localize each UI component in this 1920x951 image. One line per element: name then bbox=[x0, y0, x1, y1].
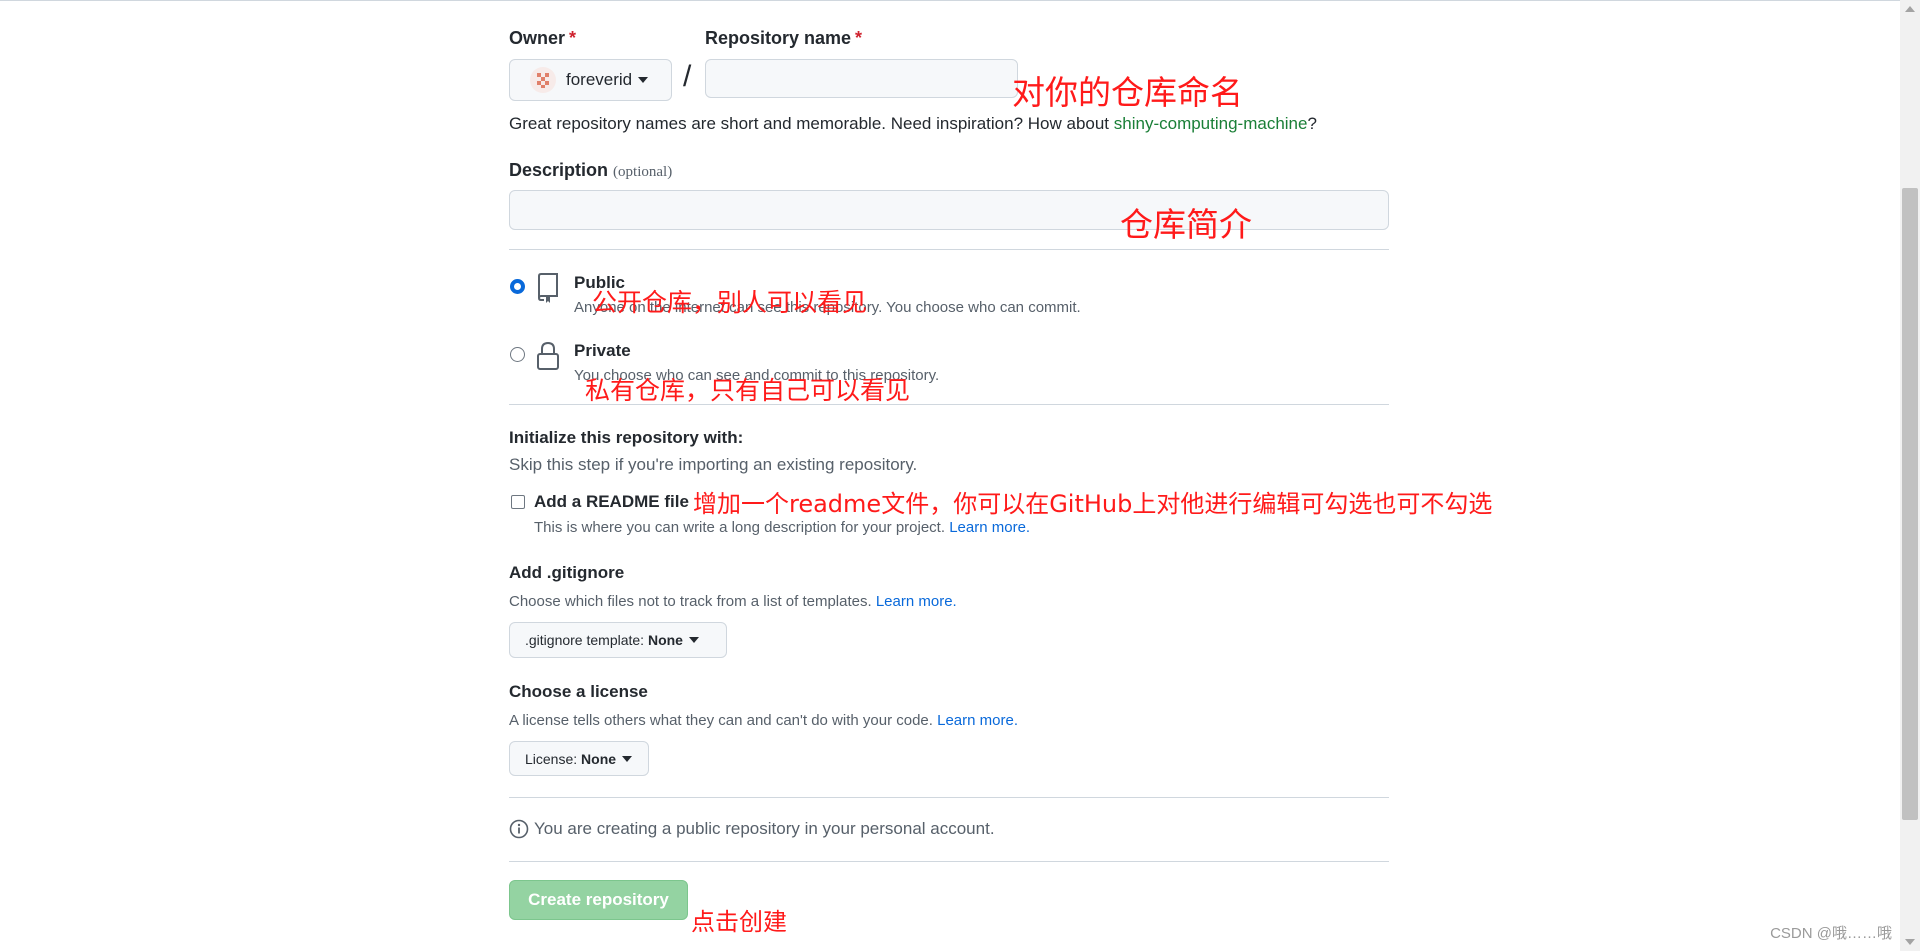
readme-desc-text: This is where you can write a long descr… bbox=[534, 519, 946, 536]
description-input[interactable] bbox=[509, 190, 1389, 230]
create-repository-button[interactable]: Create repository bbox=[509, 880, 688, 920]
watermark: CSDN @哦……哦 bbox=[1770, 925, 1892, 942]
name-hint-text: Great repository names are short and mem… bbox=[509, 114, 1114, 133]
license-learn-more-link[interactable]: Learn more. bbox=[937, 712, 1018, 729]
license-desc-text: A license tells others what they can and… bbox=[509, 712, 933, 729]
gitignore-button-prefix: .gitignore template: bbox=[525, 632, 645, 648]
license-button-value: None bbox=[581, 750, 617, 767]
owner-value: foreverid bbox=[566, 70, 633, 89]
gitignore-desc-text: Choose which files not to track from a l… bbox=[509, 593, 872, 610]
readme-desc: This is where you can write a long descr… bbox=[534, 519, 1030, 536]
license-title: Choose a license bbox=[509, 682, 648, 701]
license-dropdown[interactable]: License: None bbox=[509, 741, 649, 776]
gitignore-template-dropdown[interactable]: .gitignore template: None bbox=[509, 622, 727, 658]
repo-required-mark: * bbox=[855, 28, 863, 48]
license-desc: A license tells others what they can and… bbox=[509, 712, 1018, 729]
divider bbox=[509, 404, 1389, 405]
scroll-up-arrow-icon[interactable] bbox=[1905, 6, 1915, 12]
gitignore-desc: Choose which files not to track from a l… bbox=[509, 593, 957, 610]
chevron-down-icon bbox=[638, 77, 649, 83]
info-icon bbox=[509, 819, 529, 839]
divider bbox=[509, 797, 1389, 798]
gitignore-title: Add .gitignore bbox=[509, 563, 625, 582]
name-suggestion-link[interactable]: shiny-computing-machine bbox=[1114, 114, 1308, 133]
private-title: Private bbox=[574, 341, 631, 360]
scrollbar-thumb[interactable] bbox=[1902, 188, 1918, 820]
lock-icon bbox=[537, 341, 559, 370]
annotation-create: 点击创建 bbox=[691, 908, 787, 936]
readme-checkbox[interactable] bbox=[511, 495, 525, 509]
repo-name-label: Repository name * bbox=[705, 28, 862, 49]
public-radio[interactable] bbox=[510, 279, 525, 294]
owner-dropdown[interactable]: foreverid bbox=[509, 59, 672, 101]
owner-required-mark: * bbox=[569, 28, 577, 48]
chevron-down-icon bbox=[688, 637, 699, 643]
annotation-readme: 增加一个readme文件，你可以在GitHub上对他进行编辑可勾选也可不勾选 bbox=[693, 490, 1493, 518]
repo-name-input[interactable] bbox=[705, 59, 1018, 98]
owner-repo-separator: / bbox=[683, 60, 692, 93]
license-button-prefix: License: bbox=[525, 750, 578, 767]
readme-learn-more-link[interactable]: Learn more. bbox=[949, 519, 1030, 536]
divider bbox=[509, 249, 1389, 250]
top-border bbox=[0, 0, 1900, 1]
divider bbox=[509, 861, 1389, 862]
public-notice: You are creating a public repository in … bbox=[534, 819, 995, 838]
owner-label: Owner * bbox=[509, 28, 576, 49]
init-title: Initialize this repository with: bbox=[509, 428, 744, 447]
init-subtitle: Skip this step if you're importing an ex… bbox=[509, 455, 918, 474]
identicon-icon bbox=[537, 73, 549, 88]
gitignore-button-value: None bbox=[647, 632, 683, 648]
annotation-description: 仓库简介 bbox=[1120, 205, 1252, 244]
gitignore-learn-more-link[interactable]: Learn more. bbox=[876, 593, 957, 610]
repo-icon bbox=[538, 273, 558, 303]
annotation-public: 公开仓库，别人可以看见 bbox=[592, 288, 868, 317]
description-label-text: Description bbox=[509, 160, 609, 180]
owner-avatar bbox=[530, 67, 556, 93]
chevron-down-icon bbox=[622, 755, 633, 762]
repo-name-label-text: Repository name bbox=[705, 28, 852, 48]
name-hint-end: ? bbox=[1307, 114, 1317, 133]
private-radio[interactable] bbox=[510, 347, 525, 362]
owner-label-text: Owner bbox=[509, 28, 566, 48]
description-optional: (optional) bbox=[613, 164, 673, 180]
annotation-private: 私有仓库，只有自己可以看见 bbox=[585, 376, 911, 405]
scroll-down-arrow-icon[interactable] bbox=[1905, 939, 1915, 945]
annotation-repo-name: 对你的仓库命名 bbox=[1012, 73, 1243, 112]
readme-label[interactable]: Add a README file bbox=[534, 492, 689, 512]
name-hint: Great repository names are short and mem… bbox=[509, 114, 1317, 134]
description-label: Description (optional) bbox=[509, 160, 672, 181]
